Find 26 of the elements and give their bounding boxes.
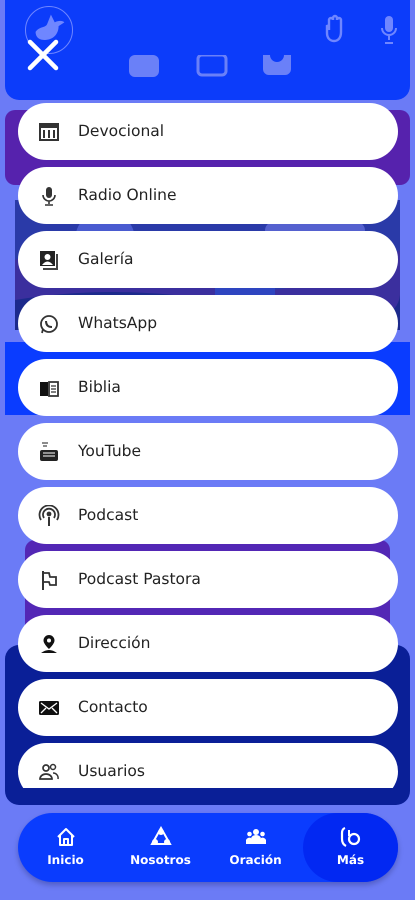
- menu-item[interactable]: Podcast Pastora: [18, 551, 398, 608]
- close-button[interactable]: [26, 38, 60, 72]
- menu-item[interactable]: Galería: [18, 231, 398, 288]
- group-icon: [150, 826, 172, 847]
- nav-tab[interactable]: Oración: [208, 813, 303, 882]
- menu-item[interactable]: Devocional: [18, 103, 398, 160]
- menu-item[interactable]: YouTube: [18, 423, 398, 480]
- nav-tab[interactable]: Nosotros: [113, 813, 208, 882]
- menu-item[interactable]: WhatsApp: [18, 295, 398, 352]
- menu-item[interactable]: Radio Online: [18, 167, 398, 224]
- menu-item[interactable]: Usuarios: [18, 743, 398, 788]
- menu-item[interactable]: Biblia: [18, 359, 398, 416]
- nav-tab[interactable]: Inicio: [18, 813, 113, 882]
- people-icon: [244, 826, 266, 847]
- video-icon: [38, 440, 60, 462]
- whatsapp-icon: [38, 312, 60, 334]
- microphone-icon[interactable]: [379, 14, 399, 46]
- photo-album-icon: [38, 248, 60, 270]
- podcast-icon: [38, 504, 60, 526]
- calendar-icon: [38, 120, 60, 142]
- home-icon: [54, 826, 76, 847]
- menu-item[interactable]: Podcast: [18, 487, 398, 544]
- nav-tab[interactable]: Más: [303, 813, 398, 882]
- menu-item[interactable]: Dirección: [18, 615, 398, 672]
- menu-item[interactable]: Contacto: [18, 679, 398, 736]
- dove-logo-icon: [25, 6, 73, 54]
